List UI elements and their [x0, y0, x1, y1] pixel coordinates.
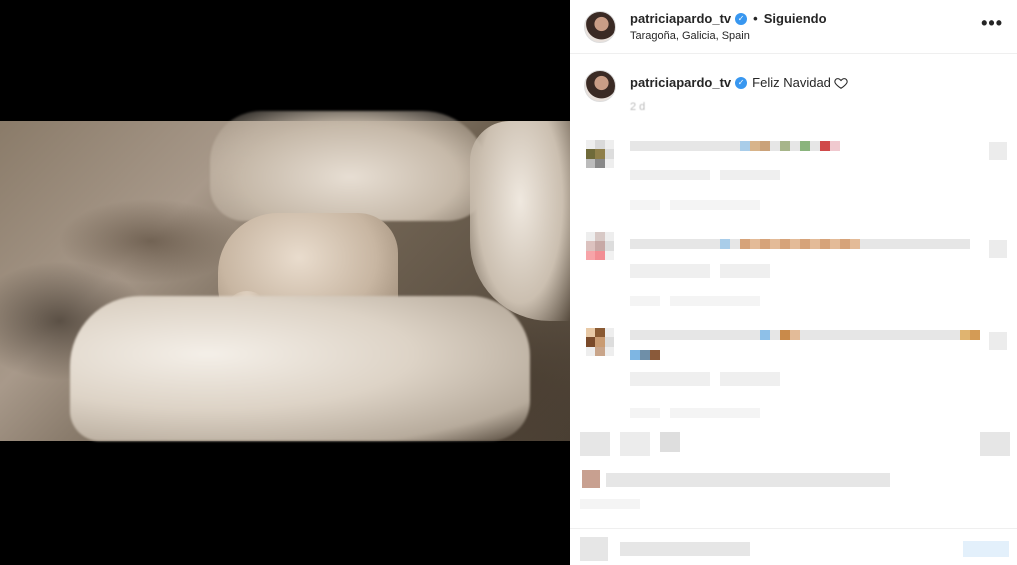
emoji-pixel — [820, 239, 830, 249]
caption-text: Feliz Navidad — [752, 75, 831, 90]
post-media[interactable] — [0, 0, 570, 565]
comment-text-pixelated — [630, 330, 760, 340]
separator-dot: • — [753, 11, 758, 26]
comment-icon[interactable] — [620, 432, 650, 456]
post-header: patriciapardo_tv ✓ • Siguiendo Taragoña,… — [570, 0, 1017, 54]
emoji-pixel — [720, 239, 730, 249]
comment-item — [570, 320, 1017, 420]
emoji-pixel — [780, 330, 790, 340]
post-caption: patriciapardo_tv ✓ Feliz Navidad 2 d — [570, 54, 1017, 130]
verified-badge-icon: ✓ — [735, 77, 748, 89]
emoji-pixel — [820, 141, 830, 151]
comment-avatar[interactable] — [586, 140, 614, 168]
like-icon[interactable] — [989, 142, 1007, 160]
caption-username[interactable]: patriciapardo_tv — [630, 74, 731, 92]
emoji-pixel — [810, 239, 820, 249]
add-comment-input[interactable] — [620, 542, 750, 556]
comment-text-pixelated — [630, 264, 710, 278]
comment-avatar[interactable] — [586, 328, 614, 356]
likes-summary — [570, 468, 1017, 509]
emoji-pixel — [780, 239, 790, 249]
comment-text-pixelated — [720, 372, 780, 386]
photo-blanket-right — [470, 121, 570, 321]
emoji-pixel — [630, 350, 640, 360]
emoji-pixel — [800, 330, 810, 340]
post-time: 2 d — [630, 101, 646, 113]
emoji-icon[interactable] — [580, 537, 608, 561]
comment-meta-pixelated — [630, 296, 660, 306]
emoji-pixel — [770, 330, 780, 340]
emoji-pixel — [790, 141, 800, 151]
emoji-pixel — [730, 239, 740, 249]
liker-avatar[interactable] — [582, 470, 600, 488]
comment-meta-pixelated — [630, 200, 660, 210]
following-button[interactable]: Siguiendo — [764, 11, 827, 26]
comment-text-pixelated — [720, 170, 780, 180]
emoji-pixel — [800, 141, 810, 151]
emoji-pixel — [780, 141, 790, 151]
post-location[interactable]: Taragoña, Galicia, Spain — [630, 30, 827, 42]
post-date-pixelated — [580, 499, 640, 509]
like-icon[interactable] — [989, 240, 1007, 258]
emoji-pixel — [760, 141, 770, 151]
share-icon[interactable] — [660, 432, 680, 452]
emoji-pixel — [750, 239, 760, 249]
post-comment-button[interactable] — [963, 541, 1009, 557]
comment-meta-pixelated — [630, 408, 660, 418]
verified-badge-icon: ✓ — [735, 12, 748, 25]
emoji-pixel — [770, 141, 780, 151]
comment-text-pixelated — [810, 330, 960, 340]
add-comment-bar — [570, 528, 1017, 565]
post-side-panel: patriciapardo_tv ✓ • Siguiendo Taragoña,… — [570, 0, 1017, 565]
likes-text-pixelated[interactable] — [606, 473, 890, 487]
emoji-pixel — [790, 330, 800, 340]
comment-meta-pixelated — [670, 408, 760, 418]
emoji-pixel — [740, 141, 750, 151]
emoji-pixel — [740, 239, 750, 249]
emoji-pixel — [830, 141, 840, 151]
comment-meta-pixelated — [670, 200, 760, 210]
emoji-pixel — [640, 350, 650, 360]
header-text: patriciapardo_tv ✓ • Siguiendo Taragoña,… — [630, 11, 827, 42]
photo-blanket-top — [210, 111, 490, 221]
heart-outline-icon — [834, 78, 848, 89]
emoji-pixel — [970, 330, 980, 340]
comment-item — [570, 128, 1017, 218]
comment-item — [570, 226, 1017, 316]
comment-meta-pixelated — [670, 296, 760, 306]
post-photo[interactable] — [0, 111, 570, 441]
emoji-pixel — [760, 239, 770, 249]
emoji-pixel — [770, 239, 780, 249]
comment-text-pixelated — [860, 239, 970, 249]
bookmark-icon[interactable] — [980, 432, 1010, 456]
author-avatar[interactable] — [584, 10, 616, 43]
emoji-pixel — [810, 141, 820, 151]
emoji-pixel — [850, 239, 860, 249]
comment-text-pixelated — [630, 372, 710, 386]
more-options-icon[interactable]: ••• — [981, 13, 1003, 34]
emoji-pixel — [840, 239, 850, 249]
comment-text-pixelated — [630, 170, 710, 180]
emoji-pixel — [800, 239, 810, 249]
emoji-pixel — [830, 239, 840, 249]
like-icon[interactable] — [989, 332, 1007, 350]
emoji-pixel — [960, 330, 970, 340]
author-username[interactable]: patriciapardo_tv — [630, 11, 731, 26]
comment-text-pixelated — [630, 141, 740, 151]
comment-avatar[interactable] — [586, 232, 614, 260]
emoji-pixel — [650, 350, 660, 360]
action-bar — [570, 428, 1017, 468]
comment-text-pixelated — [720, 264, 770, 278]
photo-blanket-bottom — [70, 296, 530, 441]
emoji-pixel — [790, 239, 800, 249]
comment-text-pixelated — [630, 239, 720, 249]
emoji-pixel — [750, 141, 760, 151]
emoji-pixel — [760, 330, 770, 340]
like-icon[interactable] — [580, 432, 610, 456]
caption-avatar[interactable] — [584, 70, 616, 102]
